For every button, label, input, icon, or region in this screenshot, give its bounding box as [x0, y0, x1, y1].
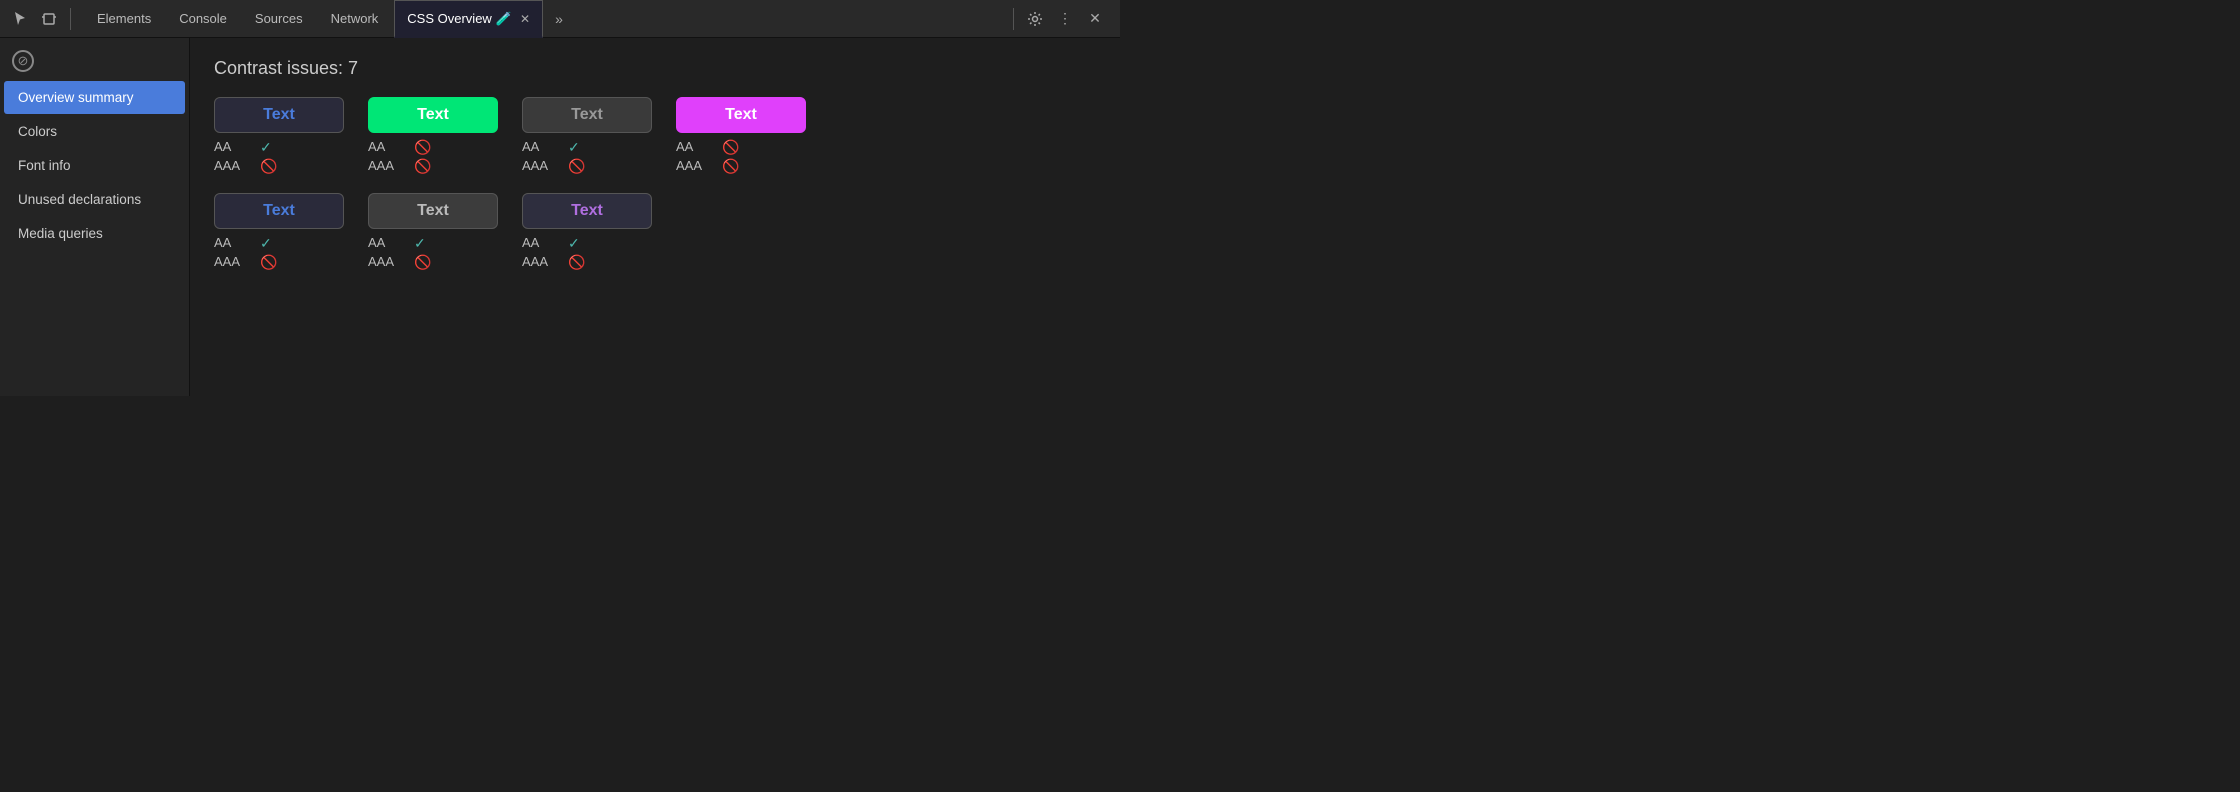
contrast-card-6: Text AA ✓ AAA 🚫	[368, 193, 498, 271]
aa-status-1: ✓	[260, 139, 344, 156]
no-icon: ⊘	[12, 50, 34, 72]
close-icon[interactable]: ✕	[1082, 6, 1108, 32]
aaa-label-6: AAA	[368, 254, 408, 271]
contrast-btn-5[interactable]: Text	[214, 193, 344, 229]
sidebar-item-overview-summary[interactable]: Overview summary	[4, 81, 185, 114]
aa-status-2: 🚫	[414, 139, 498, 156]
sidebar: ⊘ Overview summary Colors Font info Unus…	[0, 38, 190, 396]
sidebar-item-media-queries[interactable]: Media queries	[4, 217, 185, 250]
tab-css-overview[interactable]: CSS Overview 🧪 ✕	[394, 0, 543, 38]
tab-close-button[interactable]: ✕	[520, 12, 530, 26]
aa-label-3: AA	[522, 139, 562, 156]
aaa-status-2: 🚫	[414, 158, 498, 175]
aaa-status-5: 🚫	[260, 254, 344, 271]
contrast-btn-1[interactable]: Text	[214, 97, 344, 133]
devtools-icons	[4, 8, 81, 30]
contrast-card-5: Text AA ✓ AAA 🚫	[214, 193, 344, 271]
tab-overflow-button[interactable]: »	[547, 11, 571, 27]
contrast-card-4: Text AA 🚫 AAA 🚫	[676, 97, 806, 175]
aa-label-4: AA	[676, 139, 716, 156]
aaa-status-3: 🚫	[568, 158, 652, 175]
contrast-btn-4[interactable]: Text	[676, 97, 806, 133]
contrast-btn-3[interactable]: Text	[522, 97, 652, 133]
tab-network[interactable]: Network	[319, 0, 391, 38]
contrast-issues-title: Contrast issues: 7	[214, 58, 1096, 79]
tab-bar: Elements Console Sources Network CSS Ove…	[0, 0, 1120, 38]
aa-status-7: ✓	[568, 235, 652, 252]
aa-label-7: AA	[522, 235, 562, 252]
aa-status-3: ✓	[568, 139, 652, 156]
contrast-checks-4: AA 🚫 AAA 🚫	[676, 139, 806, 175]
contrast-card-3: Text AA ✓ AAA 🚫	[522, 97, 652, 175]
tab-sources[interactable]: Sources	[243, 0, 315, 38]
content-area: Contrast issues: 7 Text AA ✓ AAA 🚫	[190, 38, 1120, 396]
aaa-label-5: AAA	[214, 254, 254, 271]
aaa-status-1: 🚫	[260, 158, 344, 175]
aaa-label-7: AAA	[522, 254, 562, 271]
contrast-checks-2: AA 🚫 AAA 🚫	[368, 139, 498, 175]
divider	[70, 8, 71, 30]
contrast-checks-5: AA ✓ AAA 🚫	[214, 235, 344, 271]
aa-status-4: 🚫	[722, 139, 806, 156]
contrast-row-2: Text AA ✓ AAA 🚫 Text AA ✓	[214, 193, 1096, 271]
tab-elements[interactable]: Elements	[85, 0, 163, 38]
aaa-status-6: 🚫	[414, 254, 498, 271]
aaa-label-4: AAA	[676, 158, 716, 175]
aa-label-6: AA	[368, 235, 408, 252]
tab-bar-right-icons: ⋮ ✕	[1001, 6, 1116, 32]
aa-label-1: AA	[214, 139, 254, 156]
contrast-card-7: Text AA ✓ AAA 🚫	[522, 193, 652, 271]
right-divider	[1013, 8, 1014, 30]
aa-status-5: ✓	[260, 235, 344, 252]
contrast-btn-6[interactable]: Text	[368, 193, 498, 229]
ellipsis-icon[interactable]: ⋮	[1052, 6, 1078, 32]
flask-icon: 🧪	[496, 11, 512, 27]
contrast-checks-1: AA ✓ AAA 🚫	[214, 139, 344, 175]
sidebar-item-unused-declarations[interactable]: Unused declarations	[4, 183, 185, 216]
contrast-checks-3: AA ✓ AAA 🚫	[522, 139, 652, 175]
contrast-row-1: Text AA ✓ AAA 🚫 Text AA 🚫	[214, 97, 1096, 175]
layers-icon[interactable]	[38, 8, 60, 30]
aa-label-5: AA	[214, 235, 254, 252]
contrast-checks-6: AA ✓ AAA 🚫	[368, 235, 498, 271]
contrast-btn-2[interactable]: Text	[368, 97, 498, 133]
contrast-btn-7[interactable]: Text	[522, 193, 652, 229]
contrast-grid: Text AA ✓ AAA 🚫 Text AA 🚫	[214, 97, 1096, 271]
aaa-status-7: 🚫	[568, 254, 652, 271]
aa-label-2: AA	[368, 139, 408, 156]
sidebar-top-area: ⊘	[0, 42, 189, 80]
sidebar-item-colors[interactable]: Colors	[4, 115, 185, 148]
aaa-label-2: AAA	[368, 158, 408, 175]
contrast-checks-7: AA ✓ AAA 🚫	[522, 235, 652, 271]
sidebar-item-font-info[interactable]: Font info	[4, 149, 185, 182]
aaa-label-3: AAA	[522, 158, 562, 175]
main-layout: ⊘ Overview summary Colors Font info Unus…	[0, 38, 1120, 396]
contrast-card-2: Text AA 🚫 AAA 🚫	[368, 97, 498, 175]
contrast-card-1: Text AA ✓ AAA 🚫	[214, 97, 344, 175]
tab-console[interactable]: Console	[167, 0, 239, 38]
cursor-icon[interactable]	[10, 8, 32, 30]
aa-status-6: ✓	[414, 235, 498, 252]
aaa-label-1: AAA	[214, 158, 254, 175]
gear-icon[interactable]	[1022, 6, 1048, 32]
aaa-status-4: 🚫	[722, 158, 806, 175]
